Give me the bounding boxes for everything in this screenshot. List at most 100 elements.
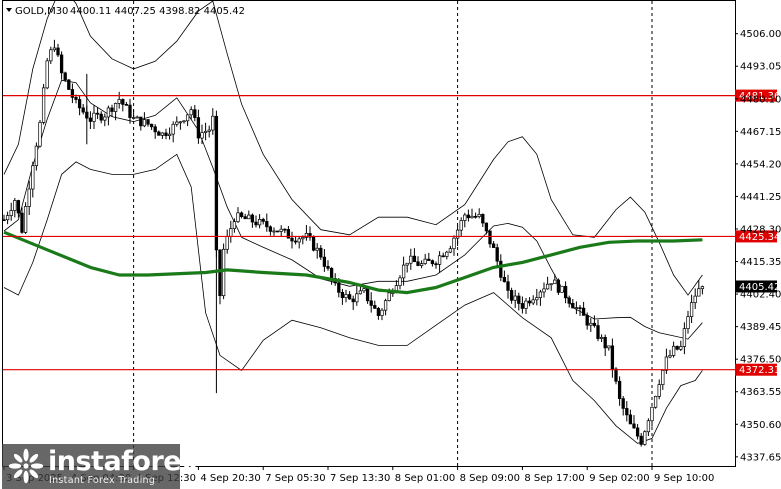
y-tick-label: 4415.35 <box>740 257 781 268</box>
y-tick-label: 4363.55 <box>740 387 781 398</box>
candle-body <box>261 218 265 222</box>
candle-body <box>344 294 348 298</box>
candle-body <box>650 406 654 422</box>
candle-body <box>643 431 647 445</box>
candle-body <box>412 255 417 263</box>
candle-body <box>149 123 154 128</box>
candle-body <box>617 380 622 399</box>
candle-body <box>560 285 564 293</box>
candle-body <box>693 295 697 303</box>
x-tick-label: 9 Sep 02:00 <box>589 473 649 484</box>
candle-body <box>664 356 669 371</box>
candle-body <box>549 283 553 286</box>
candle-body <box>268 226 273 232</box>
candle <box>41 83 46 125</box>
candle-body <box>38 122 42 147</box>
candle-body <box>185 114 190 122</box>
candle-body <box>77 99 82 109</box>
candle-body <box>581 307 586 316</box>
candle-body <box>142 119 147 127</box>
x-tick-label: 9 Sep 10:00 <box>654 473 714 484</box>
candle <box>556 278 561 295</box>
candle-body <box>628 414 633 425</box>
candle-body <box>574 307 579 309</box>
chart-frame <box>2 0 736 467</box>
candle-body <box>596 325 600 339</box>
y-tick-label: 4441.25 <box>740 192 781 203</box>
candle-body <box>178 121 183 124</box>
candle-body <box>139 116 143 127</box>
candle <box>38 119 42 148</box>
price-chart[interactable]: 4481.364425.344372.314405.42 4506.004493… <box>0 0 781 489</box>
candle-body <box>491 243 496 248</box>
candle-body <box>520 303 525 309</box>
candle-body <box>257 218 262 226</box>
candle-body <box>103 116 107 121</box>
candle-body <box>527 300 532 304</box>
candle-body <box>243 216 247 220</box>
candle-body <box>387 292 391 302</box>
candle-body <box>599 336 604 339</box>
y-tick-label: 4337.65 <box>740 452 781 463</box>
candle-body <box>5 215 10 221</box>
candle-body <box>441 255 445 258</box>
x-tick-label: 7 Sep 05:30 <box>265 473 325 484</box>
candle-body <box>221 248 226 297</box>
candle-body <box>56 47 60 56</box>
candle-body <box>329 267 334 279</box>
candle-body <box>283 228 287 231</box>
candle-body <box>423 258 427 264</box>
candle-body <box>59 54 64 74</box>
candle-body <box>610 345 615 370</box>
symbol-label: GOLD,M30 <box>15 6 68 17</box>
candle-body <box>509 290 514 301</box>
candle-body <box>31 165 35 190</box>
candle-body <box>635 427 640 437</box>
candle-body <box>128 104 132 118</box>
candle-body <box>164 132 168 136</box>
candle-body <box>135 116 139 119</box>
candle-body <box>236 212 240 223</box>
candle-body <box>301 236 305 240</box>
candle-body <box>254 221 258 226</box>
x-tick-label: 7 Sep 13:30 <box>330 473 390 484</box>
candle <box>643 430 647 446</box>
candle-body <box>20 212 24 233</box>
candle-body <box>200 132 204 139</box>
x-tick-label: 8 Sep 01:00 <box>395 473 455 484</box>
candle-body <box>380 309 384 316</box>
candle-body <box>589 322 593 326</box>
candle-body <box>124 104 129 106</box>
logo-tagline: Instant Forex Trading <box>49 475 156 486</box>
candle-body <box>23 206 28 233</box>
candle <box>23 202 28 234</box>
y-tick-label: 4480.10 <box>740 94 781 105</box>
candle-body <box>661 370 665 385</box>
candle <box>218 249 222 305</box>
candle-body <box>351 298 355 303</box>
candle-body <box>311 236 316 251</box>
candle-body <box>207 129 211 132</box>
candle-body <box>95 112 100 115</box>
candle-body <box>117 99 121 104</box>
candle-body <box>679 346 683 350</box>
candle-body <box>452 237 456 250</box>
candle-body <box>373 305 377 309</box>
candle-body <box>218 249 222 297</box>
candle <box>45 57 49 90</box>
candle-body <box>571 302 575 309</box>
candle-body <box>337 282 341 293</box>
candle-body <box>553 279 557 285</box>
candle-body <box>203 130 208 133</box>
candle-body <box>110 107 114 112</box>
price-axis: 4506.00 4493.05 4480.10 4467.15 4454.20 4441.… <box>735 29 781 463</box>
candle <box>275 230 280 233</box>
candle-body <box>92 112 96 122</box>
candle-body <box>193 109 197 118</box>
candle-body <box>49 49 53 62</box>
candle-body <box>463 214 467 221</box>
candle <box>653 395 658 409</box>
candle-body <box>437 255 442 265</box>
candle-body <box>196 117 201 139</box>
instaforex-logo: instaforex Instant Forex Trading <box>2 444 199 489</box>
